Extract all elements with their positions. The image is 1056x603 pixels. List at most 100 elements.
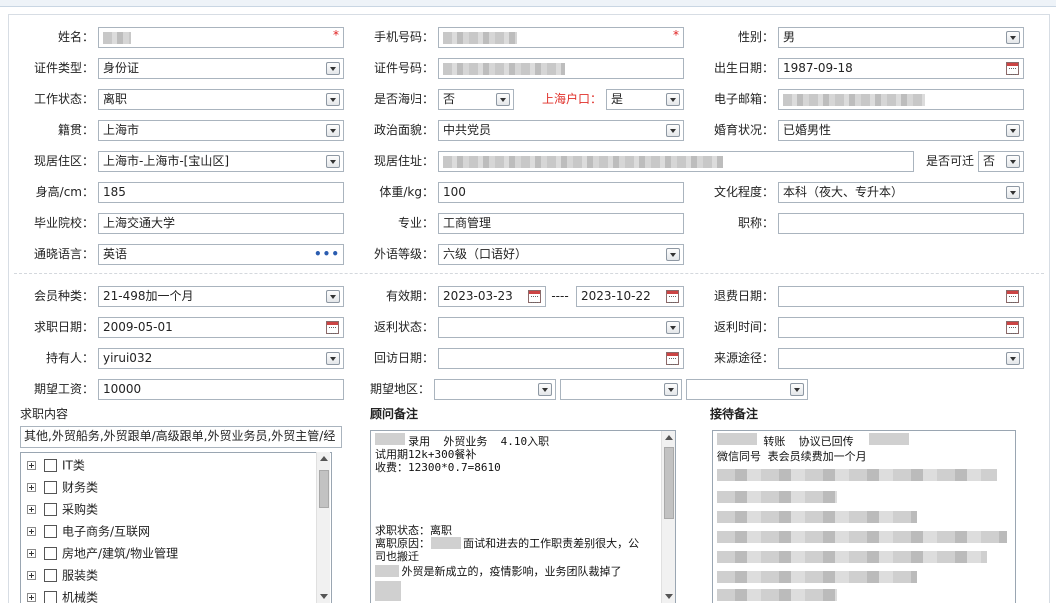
dropdown-arrow-icon[interactable]: [326, 155, 340, 168]
id-type-select[interactable]: 身份证: [98, 58, 344, 79]
dropdown-arrow-icon[interactable]: [326, 352, 340, 365]
job-date-input[interactable]: 2009-05-01: [98, 317, 344, 338]
calendar-icon[interactable]: [1006, 321, 1019, 334]
id-number-input[interactable]: [438, 58, 684, 79]
advisor-notes-textarea[interactable]: 录用 外贸业务 4.10入职 试用期12k+300餐补 收费：12300*0.7…: [370, 430, 676, 603]
dropdown-arrow-icon[interactable]: [326, 93, 340, 106]
tree-scrollbar-track[interactable]: [316, 452, 330, 603]
rebate-time-input[interactable]: [778, 317, 1024, 338]
calendar-icon[interactable]: [666, 352, 679, 365]
expand-icon[interactable]: [27, 549, 36, 558]
more-options-icon[interactable]: •••: [314, 245, 340, 264]
scroll-thumb[interactable]: [319, 470, 329, 508]
tree-item-machinery[interactable]: 机械类: [27, 587, 98, 603]
checkbox[interactable]: [44, 547, 57, 560]
dropdown-arrow-icon[interactable]: [326, 290, 340, 303]
scroll-down-icon[interactable]: [665, 594, 673, 599]
rebate-status-select[interactable]: [438, 317, 684, 338]
dropdown-arrow-icon[interactable]: [664, 383, 678, 396]
job-content-selected-input[interactable]: 其他,外贸船务,外贸跟单/高级跟单,外贸业务员,外贸主管/经: [20, 426, 342, 448]
visit-date-input[interactable]: [438, 348, 684, 369]
checkbox[interactable]: [44, 503, 57, 516]
dropdown-arrow-icon[interactable]: [1006, 124, 1020, 137]
expected-area-province-select[interactable]: [434, 379, 556, 400]
name-input[interactable]: *: [98, 27, 344, 48]
calendar-icon[interactable]: [1006, 290, 1019, 303]
expand-icon[interactable]: [27, 505, 36, 514]
language-input[interactable]: 英语 •••: [98, 244, 344, 265]
expected-salary-input[interactable]: 10000: [98, 379, 344, 400]
returnee-select[interactable]: 否: [438, 89, 514, 110]
calendar-icon[interactable]: [1006, 62, 1019, 75]
scroll-down-icon[interactable]: [320, 594, 328, 599]
validity-end-input[interactable]: 2023-10-22: [576, 286, 684, 307]
dropdown-arrow-icon[interactable]: [1006, 186, 1020, 199]
relocatable-select[interactable]: 否: [978, 151, 1024, 172]
dropdown-arrow-icon[interactable]: [496, 93, 510, 106]
email-input[interactable]: [778, 89, 1024, 110]
weight-input[interactable]: 100: [438, 182, 684, 203]
expand-icon[interactable]: [27, 527, 36, 536]
tree-item-real-estate[interactable]: 房地产/建筑/物业管理: [27, 543, 178, 563]
school-input[interactable]: 上海交通大学: [98, 213, 344, 234]
dropdown-arrow-icon[interactable]: [326, 62, 340, 75]
checkbox[interactable]: [44, 525, 57, 538]
checkbox[interactable]: [44, 569, 57, 582]
calendar-icon[interactable]: [666, 290, 679, 303]
dropdown-arrow-icon[interactable]: [666, 248, 680, 261]
holder-select[interactable]: yirui032: [98, 348, 344, 369]
expand-icon[interactable]: [27, 571, 36, 580]
dropdown-arrow-icon[interactable]: [666, 93, 680, 106]
dropdown-arrow-icon[interactable]: [790, 383, 804, 396]
political-select[interactable]: 中共党员: [438, 120, 684, 141]
expand-icon[interactable]: [27, 461, 36, 470]
mobile-input[interactable]: *: [438, 27, 684, 48]
dropdown-arrow-icon[interactable]: [1006, 31, 1020, 44]
expand-icon[interactable]: [27, 483, 36, 492]
shanghai-hukou-select[interactable]: 是: [606, 89, 684, 110]
education-select[interactable]: 本科（夜大、专升本）: [778, 182, 1024, 203]
validity-start-input[interactable]: 2023-03-23: [438, 286, 546, 307]
dropdown-arrow-icon[interactable]: [326, 124, 340, 137]
height-input[interactable]: 185: [98, 182, 344, 203]
tree-item-procurement[interactable]: 采购类: [27, 499, 98, 519]
gender-select[interactable]: 男: [778, 27, 1024, 48]
tree-item-apparel[interactable]: 服装类: [27, 565, 98, 585]
checkbox[interactable]: [44, 591, 57, 603]
native-place-select[interactable]: 上海市: [98, 120, 344, 141]
work-status-select[interactable]: 离职: [98, 89, 344, 110]
current-address-input[interactable]: [438, 151, 914, 172]
checkbox[interactable]: [44, 481, 57, 494]
reception-notes-textarea[interactable]: 转账 协议已回传 微信同号 表会员续费加一个月: [712, 430, 1016, 603]
dropdown-arrow-icon[interactable]: [538, 383, 552, 396]
calendar-icon[interactable]: [326, 321, 339, 334]
tree-item-finance[interactable]: 财务类: [27, 477, 98, 497]
marital-select[interactable]: 已婚男性: [778, 120, 1024, 141]
source-select[interactable]: [778, 348, 1024, 369]
member-type-select[interactable]: 21-498加一个月: [98, 286, 344, 307]
scroll-up-icon[interactable]: [665, 435, 673, 440]
dropdown-arrow-icon[interactable]: [1006, 352, 1020, 365]
expand-icon[interactable]: [27, 593, 36, 602]
tree-item-it[interactable]: IT类: [27, 455, 85, 475]
language-level-select[interactable]: 六级（口语好）: [438, 244, 684, 265]
birth-date-input[interactable]: 1987-09-18: [778, 58, 1024, 79]
current-area-select[interactable]: 上海市-上海市-[宝山区]: [98, 151, 344, 172]
job-category-tree[interactable]: IT类 财务类 采购类 电子商务/互联网 房地产/建筑/物业管理 服装类 机械类: [20, 452, 332, 603]
refund-date-input[interactable]: [778, 286, 1024, 307]
scroll-thumb[interactable]: [664, 447, 674, 519]
expected-area-city-select[interactable]: [560, 379, 682, 400]
calendar-icon[interactable]: [528, 290, 541, 303]
tree-item-ecommerce[interactable]: 电子商务/互联网: [27, 521, 150, 541]
dropdown-arrow-icon[interactable]: [666, 321, 680, 334]
title-input[interactable]: [778, 213, 1024, 234]
dropdown-arrow-icon[interactable]: [1006, 155, 1020, 168]
expected-area-district-select[interactable]: [686, 379, 808, 400]
advisor-notes-scrollbar[interactable]: [661, 431, 675, 603]
dropdown-arrow-icon[interactable]: [666, 124, 680, 137]
checkbox[interactable]: [44, 459, 57, 472]
tree-scrollbar[interactable]: [314, 452, 330, 603]
scroll-up-icon[interactable]: [320, 456, 328, 461]
returnee-value: 否: [443, 92, 456, 106]
major-input[interactable]: 工商管理: [438, 213, 684, 234]
